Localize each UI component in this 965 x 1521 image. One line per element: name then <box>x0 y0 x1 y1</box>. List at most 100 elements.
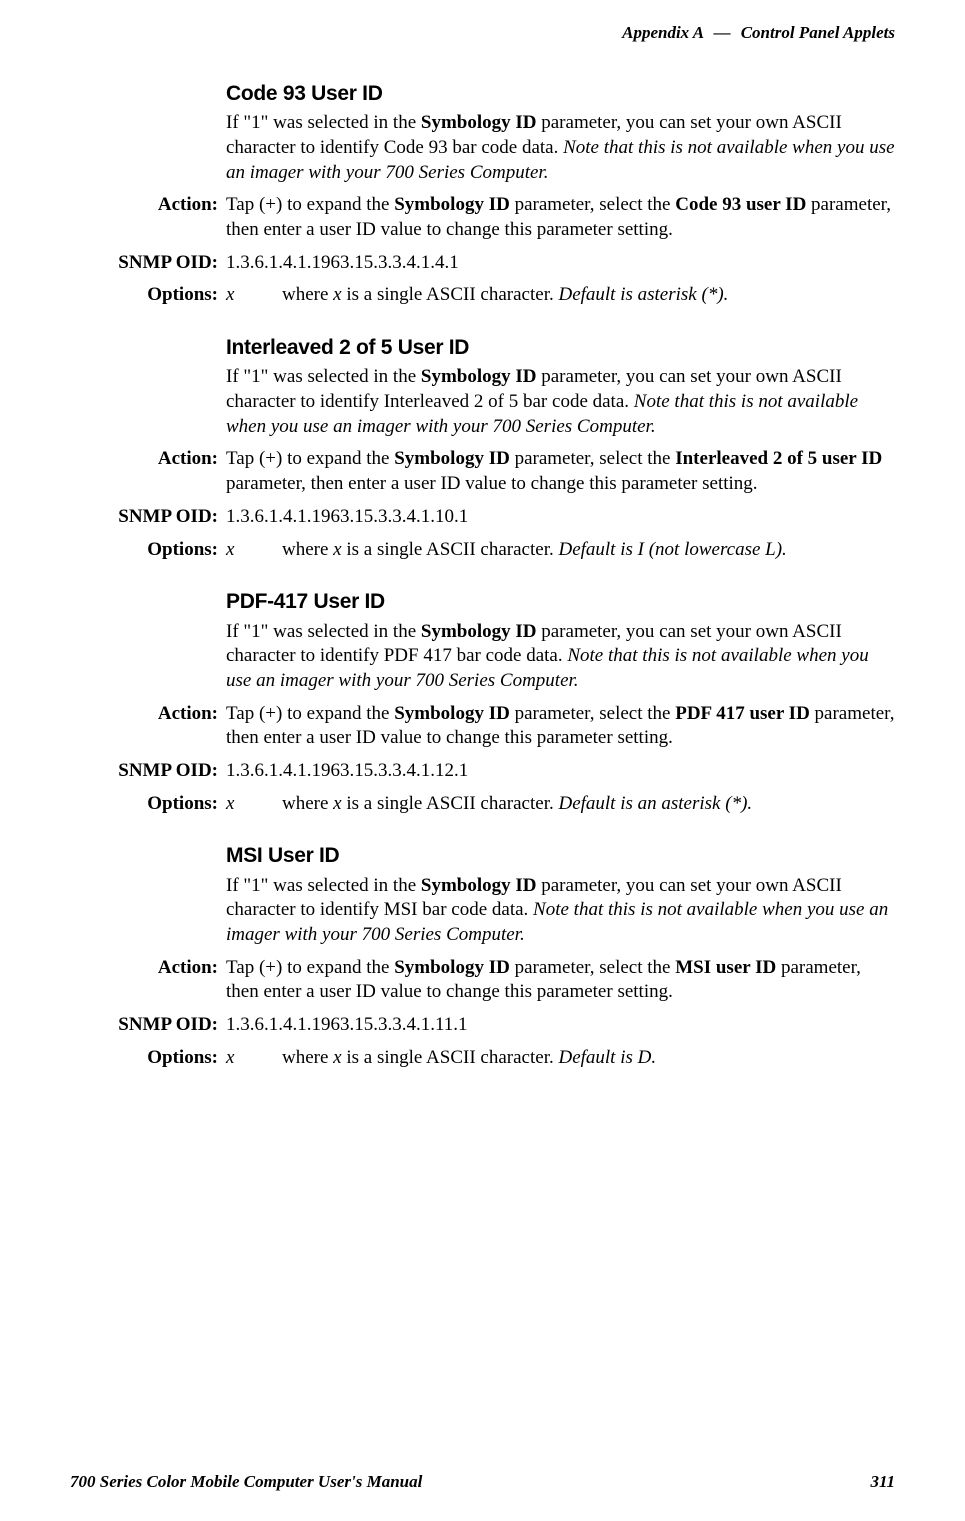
opt-text: where <box>282 1047 333 1068</box>
option-description: where x is a single ASCII character. Def… <box>282 283 895 308</box>
oid-label: SNMP OID: <box>82 505 226 530</box>
intro-bold: Symbology ID <box>421 621 537 642</box>
page-footer: 700 Series Color Mobile Computer User's … <box>70 1471 895 1493</box>
action-text: parameter, select the <box>510 448 675 469</box>
section-title-msi: MSI User ID <box>226 842 895 869</box>
oid-value: 1.3.6.1.4.1.1963.15.3.3.4.1.11.1 <box>226 1013 895 1038</box>
action-bold: PDF 417 user ID <box>675 703 810 724</box>
oid-label: SNMP OID: <box>82 759 226 784</box>
oid-label: SNMP OID: <box>82 1013 226 1038</box>
oid-label: SNMP OID: <box>82 251 226 276</box>
header-separator: — <box>713 23 730 42</box>
options-label: Options: <box>82 792 226 817</box>
opt-var: x <box>333 539 341 560</box>
action-label: Action: <box>82 193 226 242</box>
header-appendix: Appendix A <box>622 23 703 42</box>
oid-row: SNMP OID: 1.3.6.1.4.1.1963.15.3.3.4.1.10… <box>82 505 895 530</box>
opt-var: x <box>333 1047 341 1068</box>
oid-value: 1.3.6.1.4.1.1963.15.3.3.4.1.12.1 <box>226 759 895 784</box>
opt-text: is a single ASCII character. <box>342 539 559 560</box>
opt-var: x <box>333 284 341 305</box>
action-value: Tap (+) to expand the Symbology ID param… <box>226 447 895 496</box>
action-row: Action: Tap (+) to expand the Symbology … <box>82 702 895 751</box>
section-intro: If "1" was selected in the Symbology ID … <box>226 874 895 948</box>
header-chapter: Control Panel Applets <box>741 23 895 42</box>
options-value: x where x is a single ASCII character. D… <box>226 538 895 563</box>
section-title-i2of5: Interleaved 2 of 5 User ID <box>226 334 895 361</box>
action-bold: Interleaved 2 of 5 user ID <box>675 448 882 469</box>
option-description: where x is a single ASCII character. Def… <box>282 792 895 817</box>
action-text: parameter, select the <box>510 703 675 724</box>
options-row: Options: x where x is a single ASCII cha… <box>82 538 895 563</box>
oid-row: SNMP OID: 1.3.6.1.4.1.1963.15.3.3.4.1.11… <box>82 1013 895 1038</box>
action-text: parameter, select the <box>510 957 675 978</box>
action-text: Tap (+) to expand the <box>226 448 394 469</box>
page-header: Appendix A — Control Panel Applets <box>622 22 895 44</box>
opt-text: where <box>282 284 333 305</box>
options-label: Options: <box>82 538 226 563</box>
action-text: Tap (+) to expand the <box>226 703 394 724</box>
options-row: Options: x where x is a single ASCII cha… <box>82 1046 895 1071</box>
action-row: Action: Tap (+) to expand the Symbology … <box>82 447 895 496</box>
opt-default: Default is D. <box>558 1047 656 1068</box>
action-text: Tap (+) to expand the <box>226 957 394 978</box>
oid-row: SNMP OID: 1.3.6.1.4.1.1963.15.3.3.4.1.4.… <box>82 251 895 276</box>
option-variable: x <box>226 283 282 308</box>
opt-var: x <box>333 793 341 814</box>
section-title-code93: Code 93 User ID <box>226 80 895 107</box>
options-row: Options: x where x is a single ASCII cha… <box>82 283 895 308</box>
opt-default: Default is I (not lowercase L). <box>558 539 786 560</box>
section-intro: If "1" was selected in the Symbology ID … <box>226 365 895 439</box>
action-row: Action: Tap (+) to expand the Symbology … <box>82 193 895 242</box>
action-value: Tap (+) to expand the Symbology ID param… <box>226 956 895 1005</box>
action-bold: Symbology ID <box>394 957 510 978</box>
oid-row: SNMP OID: 1.3.6.1.4.1.1963.15.3.3.4.1.12… <box>82 759 895 784</box>
action-row: Action: Tap (+) to expand the Symbology … <box>82 956 895 1005</box>
action-bold: MSI user ID <box>675 957 776 978</box>
intro-text: If "1" was selected in the <box>226 621 421 642</box>
action-bold: Symbology ID <box>394 194 510 215</box>
opt-default: Default is an asterisk (*). <box>558 793 752 814</box>
option-variable: x <box>226 538 282 563</box>
page-content: Code 93 User ID If "1" was selected in t… <box>82 80 895 1078</box>
action-text: parameter, then enter a user ID value to… <box>226 473 758 494</box>
intro-text: If "1" was selected in the <box>226 112 421 133</box>
opt-text: where <box>282 539 333 560</box>
opt-text: is a single ASCII character. <box>342 284 559 305</box>
option-variable: x <box>226 1046 282 1071</box>
action-label: Action: <box>82 702 226 751</box>
intro-text: If "1" was selected in the <box>226 366 421 387</box>
action-bold: Symbology ID <box>394 448 510 469</box>
intro-bold: Symbology ID <box>421 112 537 133</box>
oid-value: 1.3.6.1.4.1.1963.15.3.3.4.1.4.1 <box>226 251 895 276</box>
section-intro: If "1" was selected in the Symbology ID … <box>226 111 895 185</box>
footer-manual-title: 700 Series Color Mobile Computer User's … <box>70 1471 422 1493</box>
options-value: x where x is a single ASCII character. D… <box>226 1046 895 1071</box>
action-value: Tap (+) to expand the Symbology ID param… <box>226 193 895 242</box>
option-description: where x is a single ASCII character. Def… <box>282 1046 895 1071</box>
action-bold: Symbology ID <box>394 703 510 724</box>
oid-value: 1.3.6.1.4.1.1963.15.3.3.4.1.10.1 <box>226 505 895 530</box>
opt-text: where <box>282 793 333 814</box>
opt-default: Default is asterisk (*). <box>558 284 728 305</box>
footer-page-number: 311 <box>870 1471 895 1493</box>
action-label: Action: <box>82 956 226 1005</box>
opt-text: is a single ASCII character. <box>342 1047 559 1068</box>
opt-text: is a single ASCII character. <box>342 793 559 814</box>
action-text: Tap (+) to expand the <box>226 194 394 215</box>
action-value: Tap (+) to expand the Symbology ID param… <box>226 702 895 751</box>
action-bold: Code 93 user ID <box>675 194 806 215</box>
intro-bold: Symbology ID <box>421 366 537 387</box>
options-label: Options: <box>82 283 226 308</box>
options-value: x where x is a single ASCII character. D… <box>226 283 895 308</box>
options-value: x where x is a single ASCII character. D… <box>226 792 895 817</box>
intro-bold: Symbology ID <box>421 875 537 896</box>
option-variable: x <box>226 792 282 817</box>
options-label: Options: <box>82 1046 226 1071</box>
action-text: parameter, select the <box>510 194 675 215</box>
section-intro: If "1" was selected in the Symbology ID … <box>226 620 895 694</box>
intro-text: If "1" was selected in the <box>226 875 421 896</box>
action-label: Action: <box>82 447 226 496</box>
section-title-pdf417: PDF-417 User ID <box>226 588 895 615</box>
options-row: Options: x where x is a single ASCII cha… <box>82 792 895 817</box>
